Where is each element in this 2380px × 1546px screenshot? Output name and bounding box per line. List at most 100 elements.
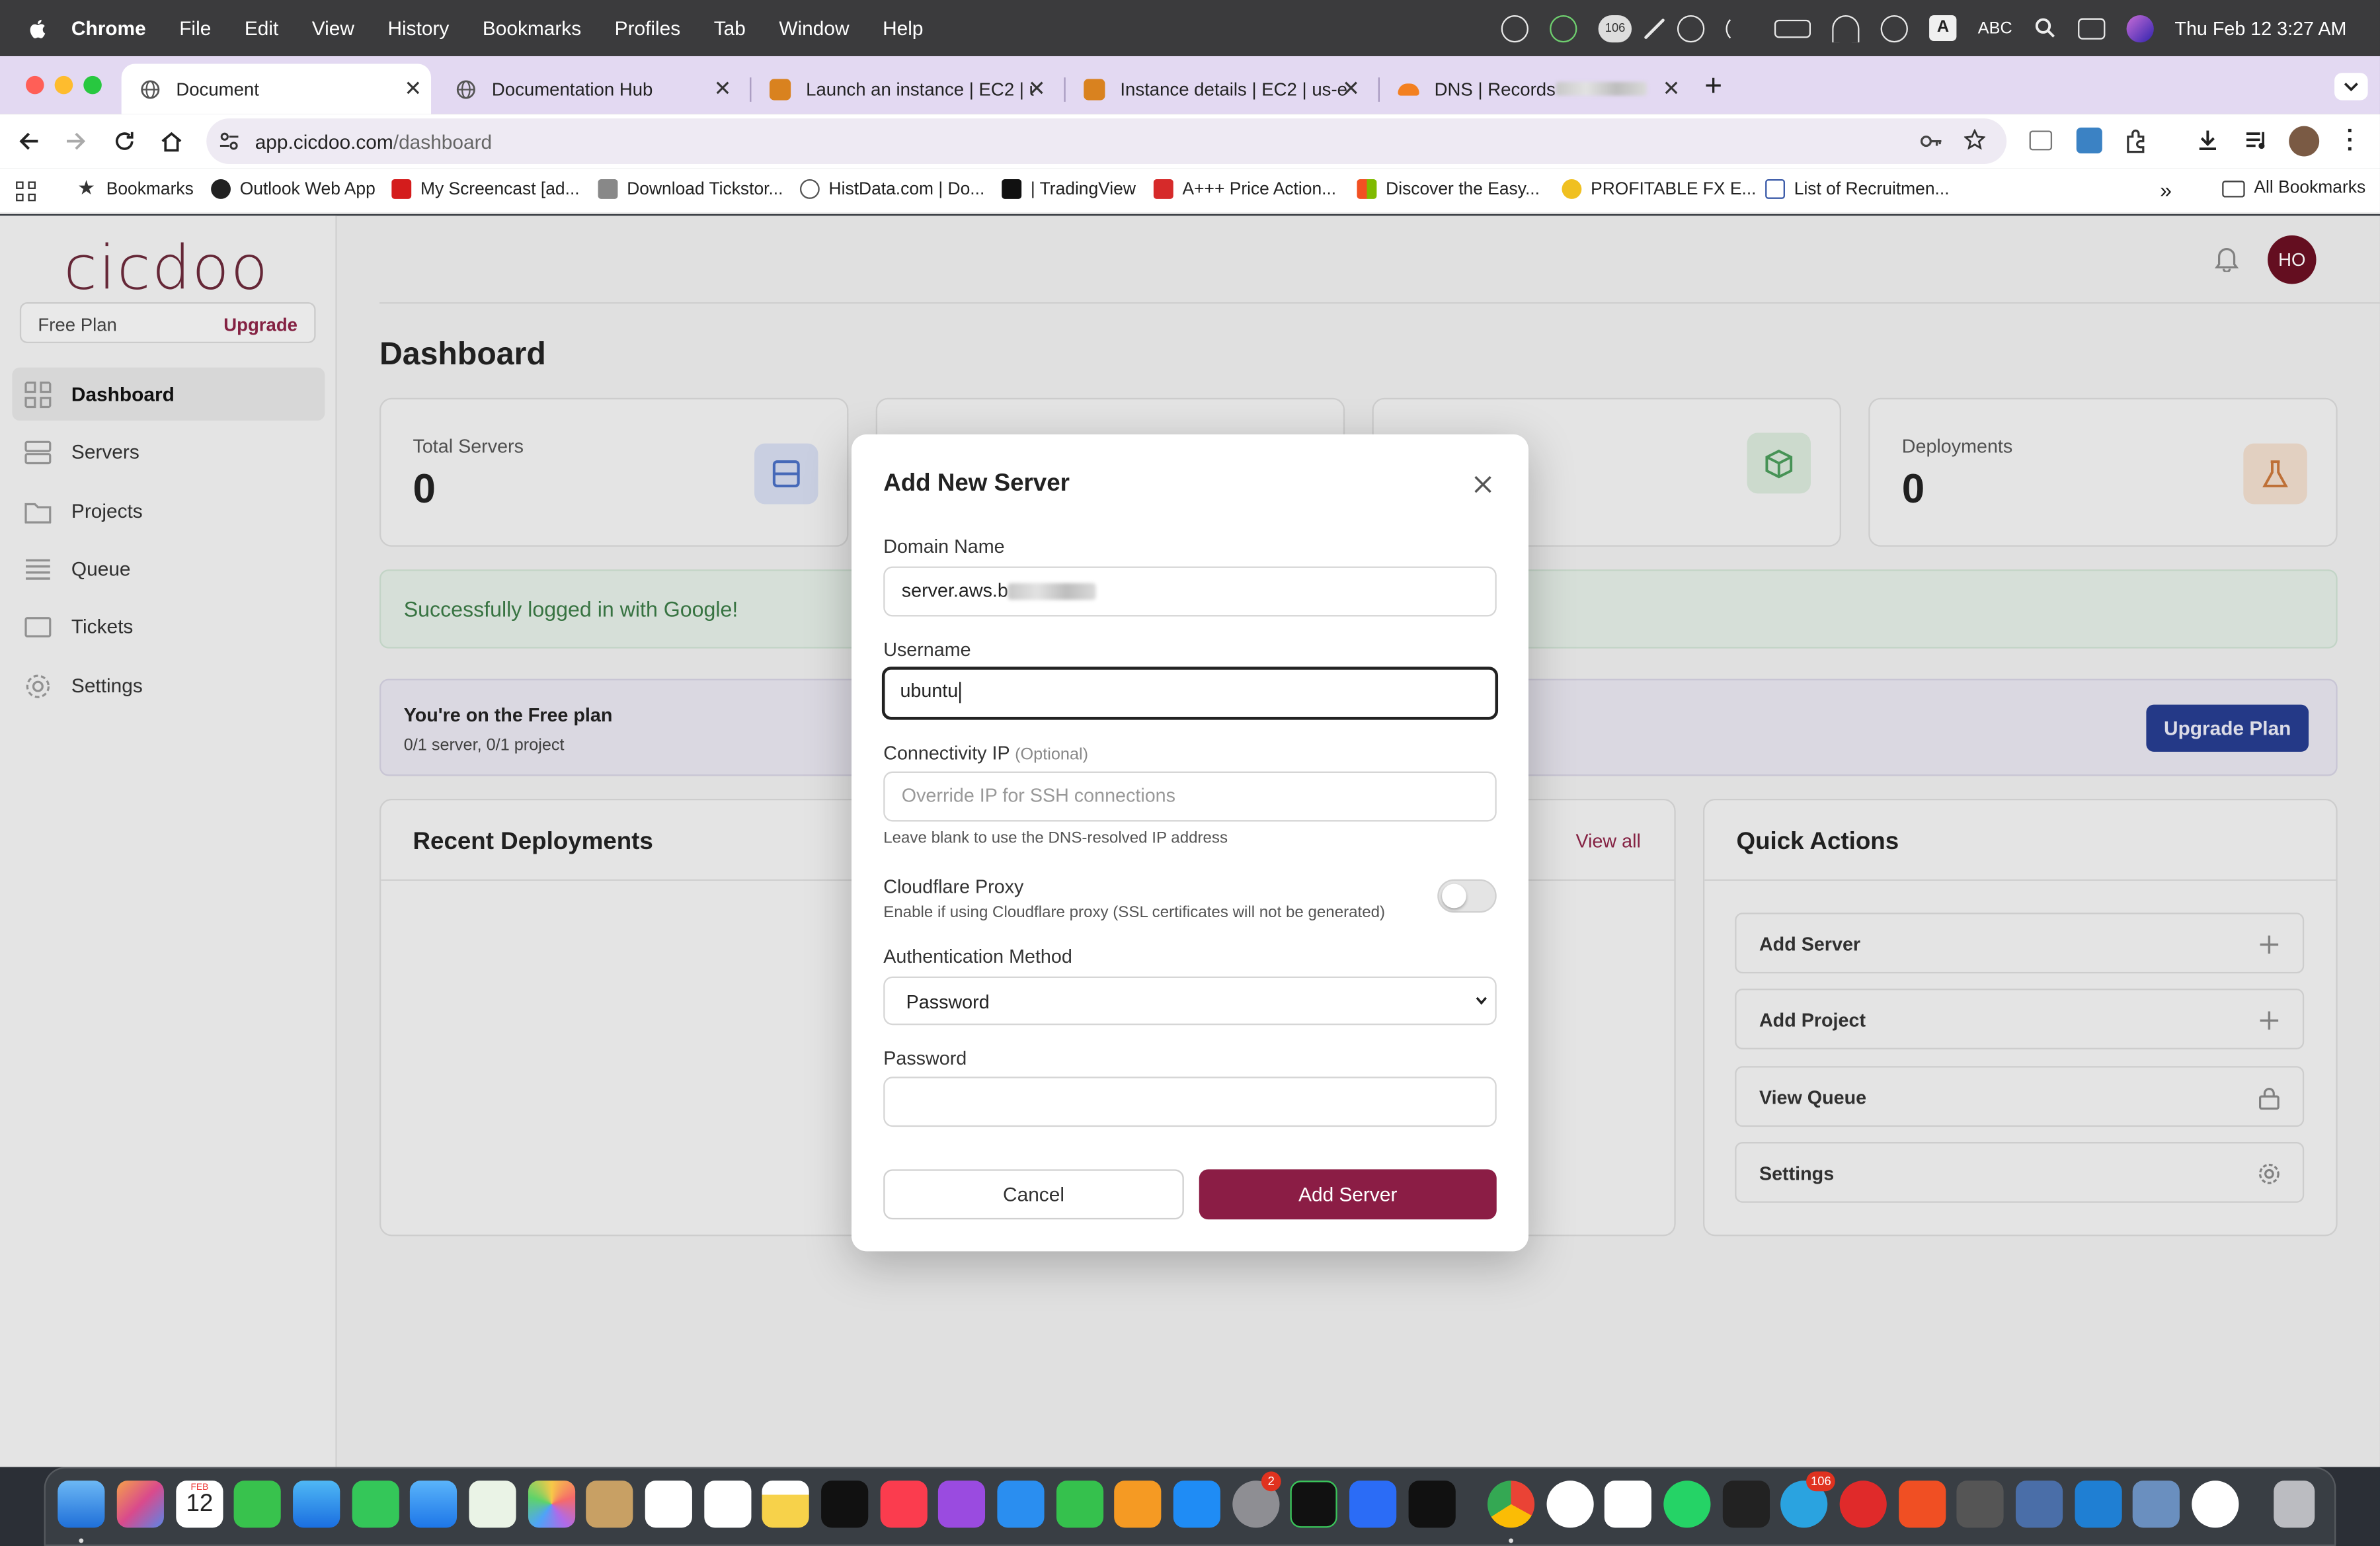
blue-square-app-icon[interactable] [1349,1481,1397,1528]
menu-view[interactable]: View [312,17,354,39]
password-key-icon[interactable] [1919,131,1943,152]
connectivity-ip-input[interactable]: Override IP for SSH connections [883,771,1497,822]
more-bookmarks-chevron-icon[interactable]: » [2160,178,2172,202]
home-icon[interactable] [159,129,184,153]
reminders-icon[interactable] [704,1481,752,1528]
pages-icon[interactable] [1114,1481,1162,1528]
chrome-icon[interactable] [1487,1481,1535,1528]
bookmark-star-icon[interactable] [1964,129,1986,150]
terminal-icon[interactable] [1722,1481,1770,1528]
spotlight-search-icon[interactable] [2034,17,2056,39]
address-bar[interactable]: app.cicdoo.com/dashboard [206,118,2007,165]
mail-icon[interactable] [409,1481,457,1528]
input-source-label[interactable]: ABC [1978,19,2012,38]
bookmark-item[interactable]: Discover the Easy... [1357,179,1540,199]
tab-search-chevron-icon[interactable] [2334,73,2368,101]
trash-icon[interactable] [2274,1481,2315,1528]
pycharm-icon[interactable] [1290,1481,1337,1528]
cancel-button[interactable]: Cancel [883,1169,1184,1220]
menu-window[interactable]: Window [779,17,849,39]
menu-tab[interactable]: Tab [714,17,746,39]
bookmark-item[interactable]: ★ Bookmarks [77,178,194,199]
forward-arrow-icon[interactable] [63,129,88,153]
apple-tv-icon[interactable] [821,1481,869,1528]
tab-close-icon[interactable]: ✕ [1028,76,1046,102]
calendar-icon[interactable]: FEB 12 [176,1481,223,1528]
user-status-icon[interactable] [1677,14,1705,42]
apple-icon[interactable] [26,16,50,40]
wifi-icon[interactable] [1832,14,1860,42]
window-minimize-button[interactable] [54,75,73,95]
username-input[interactable]: ubuntu [881,667,1499,720]
messages-icon[interactable] [233,1481,281,1528]
tab-close-icon[interactable]: ✕ [1342,76,1360,102]
play-status-icon[interactable] [1880,14,1909,42]
notes-icon[interactable] [762,1481,809,1528]
tab-document[interactable]: Document ✕ [121,63,432,114]
menu-app-name[interactable]: Chrome [71,17,146,39]
tab-launch-instance[interactable]: Launch an instance | EC2 | us ✕ [751,63,1054,114]
bookmark-item[interactable]: List of Recruitmen... [1765,179,1950,199]
reload-icon[interactable] [112,129,137,153]
add-server-button[interactable]: Add Server [1199,1169,1497,1220]
numbers-icon[interactable] [1056,1481,1104,1528]
pen-status-icon[interactable] [1644,17,1666,39]
brave-icon[interactable] [1899,1481,1946,1528]
new-tab-plus-icon[interactable]: + [1704,70,1722,105]
back-arrow-icon[interactable] [17,129,41,153]
mail-extension-icon[interactable] [2029,130,2053,151]
menu-clock[interactable]: Thu Feb 12 3:27 AM [2174,17,2346,38]
bookmark-item[interactable]: | TradingView [1002,179,1136,199]
chatgpt-icon[interactable] [2192,1481,2239,1528]
podcasts-icon[interactable] [937,1481,986,1528]
app-store-icon[interactable] [1173,1481,1220,1528]
control-center-icon[interactable] [2077,17,2105,39]
siri-icon[interactable] [2125,14,2154,42]
close-icon[interactable] [1472,474,1493,495]
menu-file[interactable]: File [179,17,211,39]
whatsapp-icon[interactable] [1663,1481,1711,1528]
bookmark-item[interactable]: Download Tickstor... [598,179,783,199]
bookmark-item[interactable]: Outlook Web App [211,179,376,199]
bookmark-item[interactable]: A+++ Price Action... [1153,179,1336,199]
window-close-button[interactable] [26,75,44,95]
menu-profiles[interactable]: Profiles [615,17,681,39]
menu-edit[interactable]: Edit [245,17,278,39]
chatgpt-status-icon[interactable] [1501,14,1529,42]
password-input[interactable] [883,1077,1497,1127]
freeform-icon[interactable] [645,1481,692,1528]
bookmark-item[interactable]: My Screencast [ad... [391,179,580,199]
tab-close-icon[interactable]: ✕ [1663,76,1681,102]
window-zoom-button[interactable] [83,75,102,95]
cloudflare-proxy-toggle[interactable] [1437,879,1497,913]
url-text[interactable]: app.cicdoo.com/dashboard [255,131,492,153]
safari-icon[interactable] [293,1481,340,1528]
bookmark-item[interactable]: HistData.com | Do... [799,179,984,199]
globe-status-icon[interactable] [1550,14,1577,42]
auth-method-select[interactable]: Password [883,976,1497,1026]
battery-icon[interactable] [1774,19,1811,38]
notification-count-icon[interactable]: 106 [1598,14,1632,42]
media-control-icon[interactable] [2243,128,2269,153]
tab-instance-details[interactable]: Instance details | EC2 | us-ea ✕ [1066,63,1369,114]
contacts-icon[interactable] [586,1481,633,1528]
app-circle-icon[interactable] [1546,1481,1594,1528]
chrome-menu-icon[interactable]: · · · [2346,120,2354,161]
maps-icon[interactable] [469,1481,516,1528]
menu-bookmarks[interactable]: Bookmarks [483,17,581,39]
facetime-icon[interactable] [352,1481,399,1528]
menu-history[interactable]: History [387,17,449,39]
finder-icon[interactable] [58,1481,105,1528]
tab-close-icon[interactable]: ✕ [404,76,422,102]
keynote-icon[interactable] [997,1481,1045,1528]
creative-cloud-icon[interactable] [1839,1481,1887,1528]
calculator-icon[interactable] [1956,1481,2004,1528]
all-bookmarks[interactable]: All Bookmarks [2222,179,2365,198]
vscode-icon[interactable] [2075,1481,2122,1528]
extensions-puzzle-icon[interactable] [2123,128,2151,155]
tab-documentation-hub[interactable]: Documentation Hub ✕ [437,63,740,114]
apps-grid-icon[interactable] [15,181,36,202]
slack-icon[interactable] [1604,1481,1651,1528]
download-extension-icon[interactable] [2076,127,2102,153]
input-source-icon[interactable]: A [1929,15,1957,42]
